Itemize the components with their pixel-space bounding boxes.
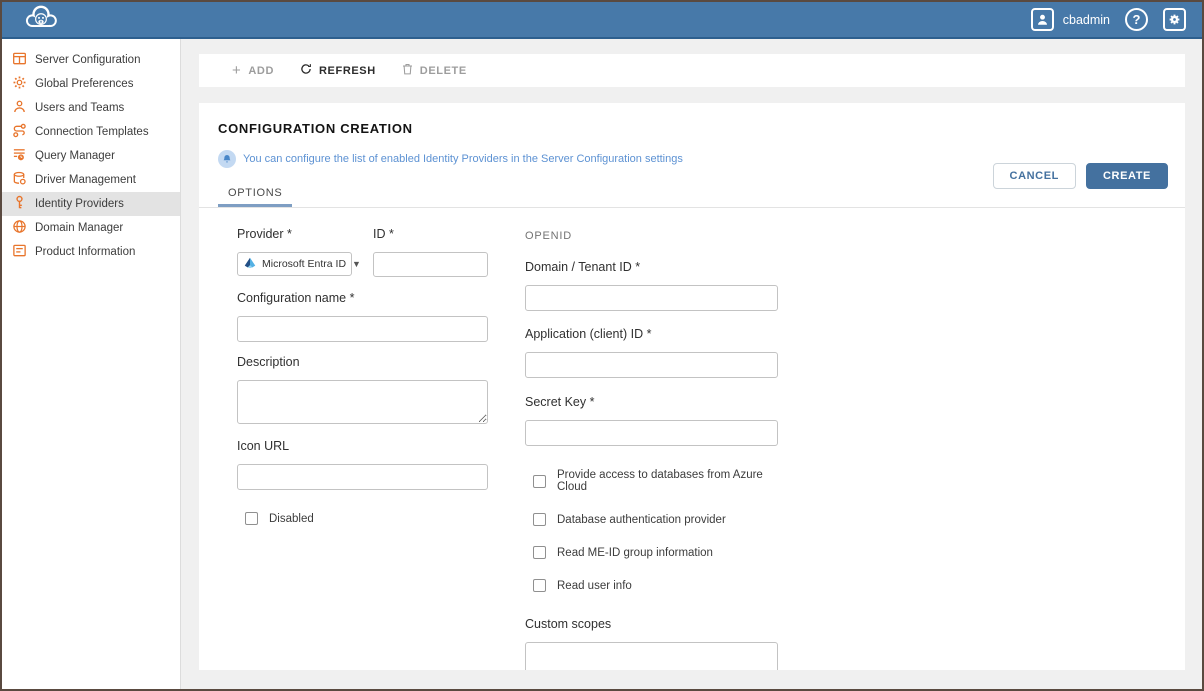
secret-key-label: Secret Key * xyxy=(525,395,778,409)
bell-icon xyxy=(218,150,236,168)
application-client-id-input[interactable] xyxy=(525,352,778,378)
application-client-id-label: Application (client) ID * xyxy=(525,327,778,341)
refresh-icon xyxy=(300,63,312,78)
read-meid-group-checkbox[interactable] xyxy=(533,546,546,559)
sidebar-item-users-and-teams[interactable]: Users and Teams xyxy=(2,96,180,120)
tab-bar: OPTIONS CANCEL CREATE xyxy=(199,170,1185,208)
custom-scopes-textarea[interactable] xyxy=(525,642,778,670)
content-area: + ADD REFRESH xyxy=(181,39,1202,689)
cloudbeaver-logo-icon[interactable] xyxy=(22,4,60,36)
help-icon[interactable]: ? xyxy=(1125,8,1148,31)
globe-icon xyxy=(12,219,27,237)
username-label: cbadmin xyxy=(1063,13,1110,27)
id-input[interactable] xyxy=(373,252,488,277)
settings-gear-icon[interactable] xyxy=(1163,8,1186,31)
info-icon xyxy=(12,243,27,261)
server-configuration-icon xyxy=(12,51,27,69)
sidebar-item-label: Driver Management xyxy=(35,174,136,186)
topbar: cbadmin ? xyxy=(2,2,1202,39)
description-textarea[interactable] xyxy=(237,380,488,424)
database-icon xyxy=(12,171,27,189)
sidebar-item-label: Product Information xyxy=(35,246,135,258)
icon-url-input[interactable] xyxy=(237,464,488,490)
configuration-name-input[interactable] xyxy=(237,316,488,342)
chevron-down-icon: ▼ xyxy=(352,259,361,269)
disabled-checkbox[interactable] xyxy=(245,512,258,525)
trash-icon xyxy=(402,63,413,78)
create-button[interactable]: CREATE xyxy=(1086,163,1168,189)
sidebar-item-connection-templates[interactable]: Connection Templates xyxy=(2,120,180,144)
sidebar-item-identity-providers[interactable]: Identity Providers xyxy=(2,192,180,216)
info-message-text: You can configure the list of enabled Id… xyxy=(243,153,683,165)
provider-select[interactable]: Microsoft Entra ID ▼ xyxy=(237,252,352,276)
id-label: ID * xyxy=(373,227,488,241)
configuration-creation-panel: CONFIGURATION CREATION You can configure… xyxy=(199,103,1185,670)
key-icon xyxy=(12,195,27,213)
configuration-name-label: Configuration name * xyxy=(237,291,488,305)
description-label: Description xyxy=(237,355,488,369)
custom-scopes-label: Custom scopes xyxy=(525,617,778,631)
provider-selected-value: Microsoft Entra ID xyxy=(262,258,346,270)
add-button[interactable]: + ADD xyxy=(232,63,274,78)
sidebar-item-product-information[interactable]: Product Information xyxy=(2,240,180,264)
user-menu[interactable]: cbadmin xyxy=(1031,8,1110,31)
refresh-button[interactable]: REFRESH xyxy=(300,63,376,78)
disabled-checkbox-label: Disabled xyxy=(269,513,314,525)
secret-key-input[interactable] xyxy=(525,420,778,446)
sidebar-item-server-configuration[interactable]: Server Configuration xyxy=(2,48,180,72)
domain-tenant-id-input[interactable] xyxy=(525,285,778,311)
connection-icon xyxy=(12,123,27,141)
page-title: CONFIGURATION CREATION xyxy=(199,121,1185,136)
user-avatar-icon xyxy=(1031,8,1054,31)
query-icon xyxy=(12,147,27,165)
microsoft-entra-id-icon xyxy=(244,257,256,272)
icon-url-label: Icon URL xyxy=(237,439,488,453)
admin-sidebar: Server Configuration Global Preferences xyxy=(2,39,181,689)
domain-tenant-id-label: Domain / Tenant ID * xyxy=(525,260,778,274)
openid-section-heading: OPENID xyxy=(525,230,778,242)
sidebar-item-label: Users and Teams xyxy=(35,102,124,114)
sidebar-item-label: Connection Templates xyxy=(35,126,149,138)
toolbar: + ADD REFRESH xyxy=(199,54,1185,87)
sidebar-item-global-preferences[interactable]: Global Preferences xyxy=(2,72,180,96)
user-icon xyxy=(12,99,27,117)
tab-options[interactable]: OPTIONS xyxy=(218,187,292,207)
sidebar-item-driver-management[interactable]: Driver Management xyxy=(2,168,180,192)
database-auth-provider-checkbox[interactable] xyxy=(533,513,546,526)
sidebar-item-label: Identity Providers xyxy=(35,198,124,210)
sidebar-item-label: Query Manager xyxy=(35,150,115,162)
cancel-button[interactable]: CANCEL xyxy=(993,163,1076,189)
sidebar-item-label: Global Preferences xyxy=(35,78,133,90)
delete-button[interactable]: DELETE xyxy=(402,63,467,78)
sidebar-item-label: Server Configuration xyxy=(35,54,140,66)
sidebar-item-domain-manager[interactable]: Domain Manager xyxy=(2,216,180,240)
configuration-form: Provider * Microsoft Entra ID xyxy=(199,208,1185,670)
sidebar-item-query-manager[interactable]: Query Manager xyxy=(2,144,180,168)
provider-label: Provider * xyxy=(237,227,352,241)
plus-icon: + xyxy=(232,63,241,78)
sidebar-item-label: Domain Manager xyxy=(35,222,123,234)
azure-cloud-access-checkbox[interactable] xyxy=(533,475,546,488)
read-user-info-checkbox[interactable] xyxy=(533,579,546,592)
gear-icon xyxy=(12,75,27,93)
